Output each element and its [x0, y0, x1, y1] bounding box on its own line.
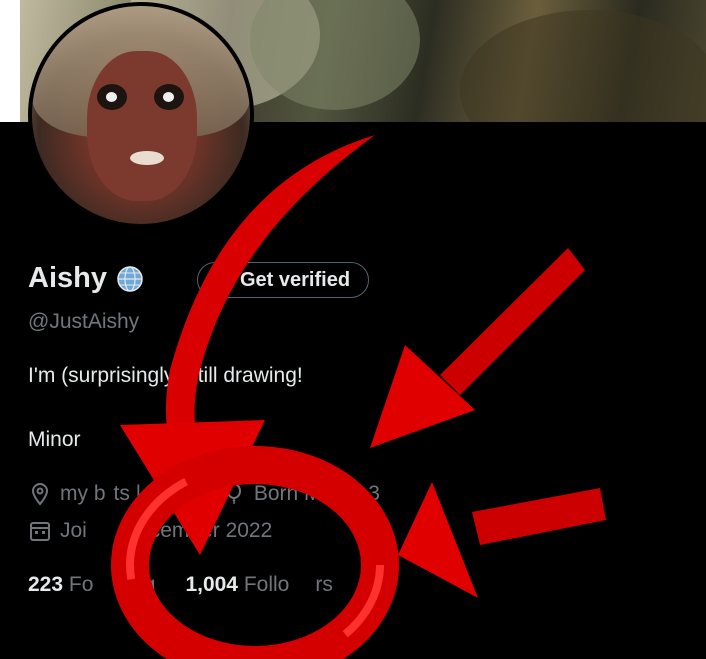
avatar-right-eye: [154, 84, 184, 110]
get-verified-button[interactable]: Get verified: [197, 262, 370, 298]
followers-label: Follo: [243, 573, 290, 596]
avatar[interactable]: [28, 2, 254, 228]
followers-link[interactable]: 1,004 Follo rs: [185, 573, 332, 597]
following-link[interactable]: 223 Fo ing: [28, 573, 155, 597]
globe-icon[interactable]: [115, 264, 145, 294]
meta-row-joined: Joi December 2022: [28, 519, 272, 543]
balloon-icon: [226, 483, 241, 504]
following-label-tail: ing: [127, 573, 156, 596]
following-count: 223: [28, 573, 64, 596]
verified-badge-icon: [211, 270, 231, 290]
joined-text: Joi: [60, 519, 87, 542]
calendar-icon: [30, 522, 50, 541]
location-tail: ts | he/h: [113, 482, 188, 505]
name-row: Aishy: [28, 262, 145, 295]
birth-text: Born March 3: [253, 482, 380, 505]
get-verified-label: Get verified: [240, 268, 351, 291]
bio-text: I'm (surprisingly) still drawing!: [28, 364, 303, 387]
banner-figure-robe: [460, 10, 706, 122]
avatar-face: [87, 51, 197, 201]
location-text: my b: [60, 482, 106, 505]
follow-stats: 223 Fo ing 1,004 Follo rs: [28, 573, 333, 597]
meta-row-location: my b ts | he/h Born March 3: [28, 482, 380, 506]
banner-edge: [0, 0, 20, 122]
user-handle: @JustAishy: [28, 310, 140, 333]
avatar-mouth: [130, 151, 164, 165]
display-name: Aishy: [28, 262, 107, 294]
followers-label-tail: rs: [315, 573, 333, 596]
followers-count: 1,004: [185, 573, 238, 596]
joined-tail: December 2022: [122, 519, 273, 542]
bio-minor: Minor: [28, 428, 81, 451]
following-label: Fo: [68, 573, 94, 596]
location-pin-icon: [31, 482, 49, 506]
avatar-left-eye: [97, 84, 127, 110]
